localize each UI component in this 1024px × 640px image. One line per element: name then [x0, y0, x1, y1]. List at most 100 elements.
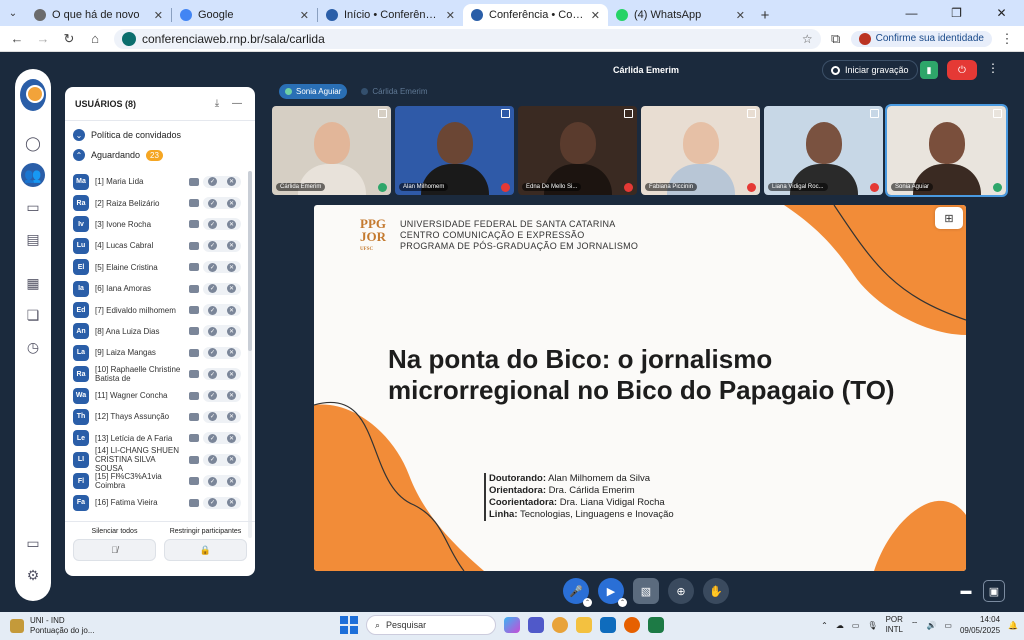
waiting-user-row[interactable]: Ra [10] Raphaelle Christine Batista de ✓ ✕ [65, 364, 247, 385]
waiting-user-row[interactable]: Ma [1] Maria Lida ✓ ✕ [65, 171, 247, 192]
stats-icon[interactable]: ▭ [21, 531, 45, 555]
chat-icon[interactable] [189, 348, 199, 357]
accept-icon[interactable]: ✓ [208, 305, 217, 315]
accept-icon[interactable]: ✓ [208, 284, 217, 294]
volume-icon[interactable]: 🔊 [926, 621, 936, 630]
deny-icon[interactable]: ✕ [227, 433, 236, 443]
expand-icon[interactable] [747, 109, 756, 118]
accept-icon[interactable]: ✓ [208, 455, 217, 465]
accept-icon[interactable]: ✓ [208, 326, 217, 336]
expand-icon[interactable] [624, 109, 633, 118]
settings-gear-icon[interactable]: ⚙ [21, 563, 45, 587]
teams-icon[interactable] [528, 617, 544, 633]
talking-indicator[interactable]: Cárlida Emerim [355, 84, 433, 99]
waiting-user-row[interactable]: Ia [6] Iana Amoras ✓ ✕ [65, 278, 247, 299]
add-action-button[interactable]: ⊕ [668, 578, 694, 604]
expand-icon[interactable] [501, 109, 510, 118]
deny-icon[interactable]: ✕ [227, 498, 236, 508]
file-explorer-icon[interactable] [576, 617, 592, 633]
chat-icon[interactable] [189, 220, 199, 229]
deny-icon[interactable]: ✕ [227, 241, 236, 251]
talking-indicator[interactable]: Sonia Aguiar [279, 84, 348, 99]
deny-icon[interactable]: ✕ [227, 262, 236, 272]
video-tile[interactable]: Cárlida Emerim [272, 106, 391, 195]
chat-icon[interactable] [189, 306, 199, 315]
chat-icon[interactable] [189, 177, 199, 186]
connection-signal-icon[interactable]: ▮ [920, 61, 938, 79]
accept-icon[interactable]: ✓ [208, 219, 217, 229]
minimize-icon[interactable]: — [889, 0, 934, 26]
chat-icon[interactable] [189, 455, 199, 464]
apps-icon[interactable]: ▦ [21, 271, 45, 295]
deny-icon[interactable]: ✕ [227, 348, 236, 358]
accept-icon[interactable]: ✓ [208, 476, 217, 486]
wifi-icon[interactable]: ⌔ [911, 620, 919, 630]
back-icon[interactable]: ← [6, 28, 28, 50]
accept-icon[interactable]: ✓ [208, 262, 217, 272]
browser-tab[interactable]: (4) WhatsApp ✕ [608, 4, 753, 26]
deny-icon[interactable]: ✕ [227, 198, 236, 208]
video-tile[interactable]: Fabiana Piccinin [641, 106, 760, 195]
camera-options-icon[interactable]: ⌃ [618, 598, 627, 607]
users-icon[interactable]: 👥 [21, 163, 45, 187]
deny-icon[interactable]: ✕ [227, 284, 236, 294]
taskbar-widget[interactable]: UNI - IND Pontuação do jo... [0, 616, 240, 636]
chat-icon[interactable] [189, 327, 199, 336]
waiting-user-row[interactable]: Wa [11] Wagner Concha ✓ ✕ [65, 385, 247, 406]
timer-icon[interactable]: ◷ [21, 335, 45, 359]
waiting-user-row[interactable]: Lu [4] Lucas Cabral ✓ ✕ [65, 235, 247, 256]
firefox-icon[interactable] [624, 617, 640, 633]
presentation-options-button[interactable]: ⊞ [935, 207, 963, 229]
guest-policy-row[interactable]: ⌄ Política de convidados [65, 125, 255, 145]
expand-icon[interactable] [993, 109, 1002, 118]
address-bar[interactable]: conferenciaweb.rnp.br/sala/carlida ☆ [114, 28, 821, 49]
restrict-participants-button[interactable]: 🔒 [164, 539, 247, 561]
video-tile[interactable]: Sonia Aguiar [885, 104, 1008, 197]
meet-now-icon[interactable]: ▭ [852, 621, 860, 630]
accept-icon[interactable]: ✓ [208, 412, 217, 422]
site-info-icon[interactable] [122, 31, 136, 46]
layout-icon[interactable]: ▣ [983, 580, 1005, 602]
outlook-icon[interactable] [600, 617, 616, 633]
waiting-user-row[interactable]: La [9] Laiza Mangas ✓ ✕ [65, 342, 247, 363]
video-tile[interactable]: Liana Vidigal Roc... [764, 106, 883, 195]
chat-icon[interactable] [189, 199, 199, 208]
video-tile[interactable]: Edna De Mello Si... [518, 106, 637, 195]
deny-icon[interactable]: ✕ [227, 326, 236, 336]
chrome-icon[interactable] [552, 617, 568, 633]
chevron-up-icon[interactable]: ⌃ [821, 621, 828, 630]
profile-icon[interactable]: ◯ [21, 131, 45, 155]
download-icon[interactable]: ⤓ [209, 98, 225, 109]
tab-close-icon[interactable]: ✕ [736, 9, 745, 22]
tab-close-icon[interactable]: ✕ [446, 9, 455, 22]
copilot-icon[interactable] [504, 617, 520, 633]
tab-close-icon[interactable]: ✕ [591, 9, 600, 22]
accept-icon[interactable]: ✓ [208, 369, 217, 379]
chat-icon[interactable] [189, 370, 199, 379]
deny-icon[interactable]: ✕ [227, 476, 236, 486]
accept-icon[interactable]: ✓ [208, 177, 217, 187]
tab-close-icon[interactable]: ✕ [154, 9, 163, 22]
accept-icon[interactable]: ✓ [208, 433, 217, 443]
screen-share-button[interactable]: ▧ [633, 578, 659, 604]
microphone-button[interactable]: 🎤 ⌃ [563, 578, 592, 607]
accept-icon[interactable]: ✓ [208, 498, 217, 508]
language-indicator[interactable]: POR INTL [886, 615, 903, 635]
deny-icon[interactable]: ✕ [227, 391, 236, 401]
deny-icon[interactable]: ✕ [227, 305, 236, 315]
waiting-row[interactable]: ⌃ Aguardando 23 [65, 145, 255, 165]
battery-icon[interactable]: ▭ [944, 621, 952, 630]
windows-start-icon[interactable] [340, 616, 358, 634]
browser-tab[interactable]: Início • ConferênciaWeb ✕ [318, 4, 463, 26]
waiting-user-row[interactable]: Th [12] Thays Assunção ✓ ✕ [65, 406, 247, 427]
new-tab-button[interactable]: + [753, 4, 777, 26]
deny-icon[interactable]: ✕ [227, 369, 236, 379]
home-icon[interactable]: ⌂ [84, 28, 106, 50]
tab-close-icon[interactable]: ✕ [300, 9, 309, 22]
accept-icon[interactable]: ✓ [208, 348, 217, 358]
excel-icon[interactable] [648, 617, 664, 633]
mic-options-icon[interactable]: ⌃ [583, 598, 592, 607]
deny-icon[interactable]: ✕ [227, 412, 236, 422]
deny-icon[interactable]: ✕ [227, 219, 236, 229]
deny-icon[interactable]: ✕ [227, 177, 236, 187]
